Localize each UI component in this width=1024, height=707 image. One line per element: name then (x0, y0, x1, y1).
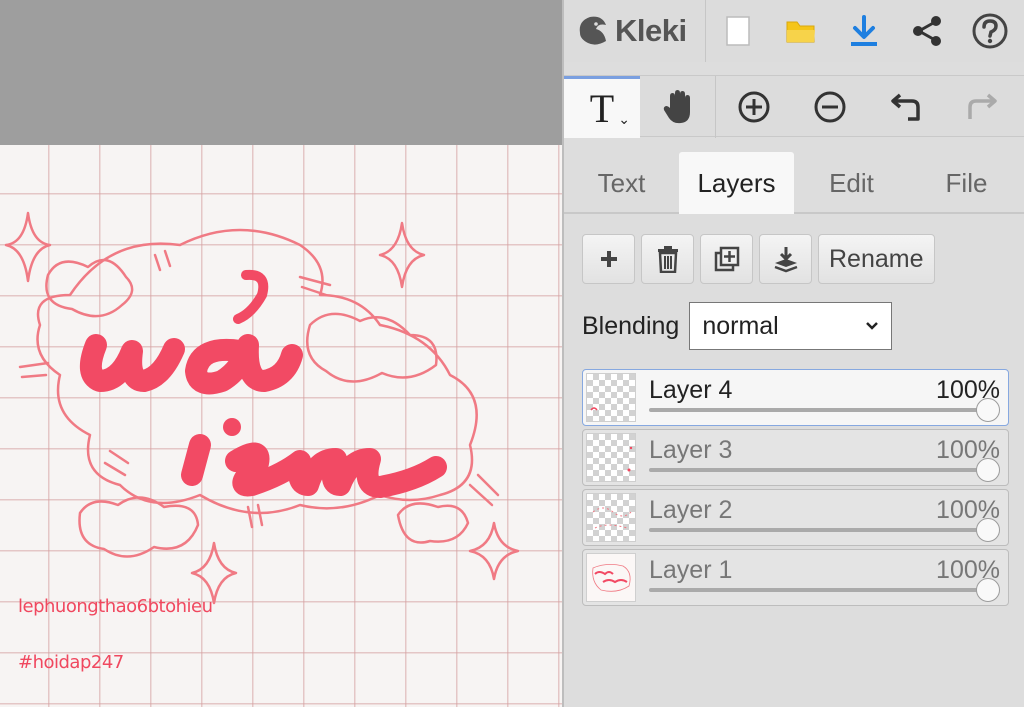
drawing-canvas[interactable]: lephuongthao6btohieu #hoidap247 (0, 145, 562, 707)
tab-file[interactable]: File (909, 152, 1024, 214)
layer-thumbnail (586, 373, 636, 422)
canvas-area[interactable]: lephuongthao6btohieu #hoidap247 (0, 0, 562, 707)
redo-icon (968, 93, 997, 119)
opacity-slider-handle[interactable] (976, 578, 1000, 602)
panel-tabs: Text Layers Edit File (564, 152, 1024, 214)
hand-icon (663, 90, 690, 124)
duplicate-layer-button[interactable] (700, 234, 753, 284)
blending-row: Blending normal (582, 302, 893, 350)
layer-actions: Rename (582, 234, 935, 284)
credit-text-author: lephuongthao6btohieu (18, 596, 213, 617)
opacity-slider-handle[interactable] (976, 398, 1000, 422)
chevron-down-icon[interactable]: ⌄ (618, 111, 630, 128)
layer-name: Layer 1 (649, 556, 733, 584)
opacity-slider-track[interactable] (649, 408, 988, 412)
tab-edit[interactable]: Edit (794, 152, 909, 214)
zoom-out-icon (814, 91, 846, 123)
layer-item-1[interactable]: Layer 1 100% (582, 549, 1009, 606)
rename-layer-button[interactable]: Rename (818, 234, 935, 284)
layer-name: Layer 2 (649, 496, 733, 524)
share-icon (912, 16, 941, 46)
layer-item-2[interactable]: Layer 2 100% (582, 489, 1009, 546)
blending-value: normal (702, 311, 779, 340)
artwork (4, 211, 520, 605)
side-panel: Kleki T ⌄ Text Layers Edit File Rename B… (562, 0, 1024, 707)
new-file-button[interactable] (706, 0, 769, 62)
top-bar: Kleki (564, 0, 1024, 62)
blending-select[interactable]: normal (689, 302, 893, 350)
folder-icon (786, 21, 815, 43)
save-download-button[interactable] (832, 0, 895, 62)
text-tool-icon: T (589, 86, 615, 131)
delete-layer-button[interactable] (641, 234, 694, 284)
text-tool-button[interactable]: T ⌄ (564, 76, 640, 138)
help-icon (972, 13, 1007, 49)
redo-button[interactable] (944, 76, 1020, 138)
opacity-slider-handle[interactable] (976, 458, 1000, 482)
logo-text: Kleki (615, 13, 687, 48)
merge-down-button[interactable] (759, 234, 812, 284)
tab-layers[interactable]: Layers (679, 152, 794, 214)
open-file-button[interactable] (769, 0, 832, 62)
chevron-down-icon (866, 322, 879, 330)
new-page-icon (725, 16, 750, 46)
plus-icon (600, 251, 617, 267)
blending-label: Blending (582, 311, 680, 340)
trash-icon (657, 246, 678, 273)
merge-down-icon (774, 247, 797, 273)
tab-text[interactable]: Text (564, 152, 679, 214)
download-icon (850, 15, 877, 46)
undo-button[interactable] (868, 76, 944, 138)
zoom-in-icon (738, 91, 770, 123)
kleki-logo[interactable]: Kleki (564, 0, 706, 62)
opacity-slider-handle[interactable] (976, 518, 1000, 542)
opacity-slider-track[interactable] (649, 468, 988, 472)
layer-thumbnail (586, 493, 636, 542)
opacity-slider-track[interactable] (649, 588, 988, 592)
artwork-dot (223, 418, 241, 436)
layer-name: Layer 3 (649, 436, 733, 464)
opacity-slider-track[interactable] (649, 528, 988, 532)
tool-row: T ⌄ (564, 75, 1024, 138)
help-button[interactable] (958, 0, 1021, 62)
share-button[interactable] (895, 0, 958, 62)
layer-item-3[interactable]: Layer 3 100% (582, 429, 1009, 486)
zoom-out-button[interactable] (792, 76, 868, 138)
zoom-in-button[interactable] (716, 76, 792, 138)
credit-text-hashtag: #hoidap247 (18, 652, 124, 673)
layer-name: Layer 4 (649, 376, 733, 404)
duplicate-icon (714, 246, 739, 272)
layer-thumbnail (586, 553, 636, 602)
layer-thumbnail (586, 433, 636, 482)
layer-item-4[interactable]: Layer 4 100% (582, 369, 1009, 426)
hand-tool-button[interactable] (640, 76, 716, 138)
layer-list: Layer 4 100% Layer 3 100% Layer 2 100% L… (582, 369, 1009, 609)
undo-icon (891, 93, 920, 121)
kleki-bird-icon (579, 16, 606, 45)
add-layer-button[interactable] (582, 234, 635, 284)
